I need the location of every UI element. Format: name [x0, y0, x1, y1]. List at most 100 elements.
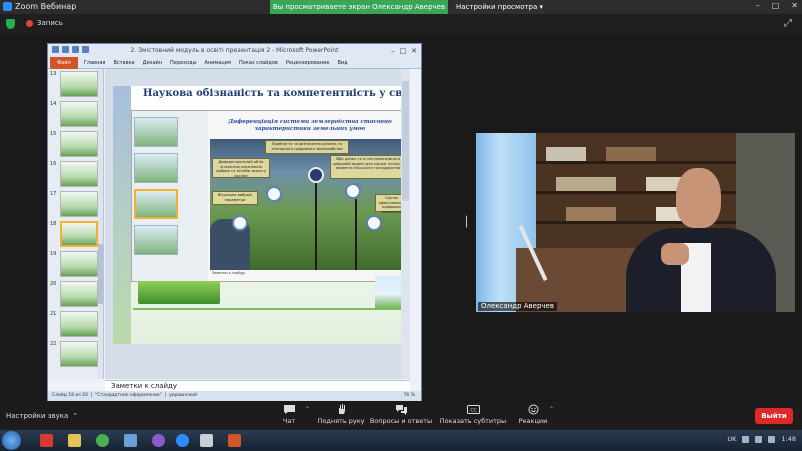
language-indicator[interactable]: UK: [727, 435, 736, 443]
app-icon[interactable]: [40, 434, 53, 447]
qa-button[interactable]: Вопросы и ответы: [366, 404, 436, 425]
chevron-up-icon: ⌃: [72, 412, 79, 420]
slide-number: 15: [50, 131, 57, 137]
fullscreen-icon[interactable]: ⤢: [784, 18, 792, 29]
participant-hand: [661, 243, 689, 265]
ribbon-tab-transitions[interactable]: Переходы: [170, 60, 197, 66]
process-box: Диференціальний облік кількісних показни…: [212, 158, 270, 178]
view-options-button[interactable]: Настройки просмотра ▾: [450, 0, 545, 14]
slide-notes-field[interactable]: Заметки к слайду: [105, 380, 410, 391]
start-button-icon[interactable]: [2, 431, 21, 450]
captions-icon: CC: [466, 405, 480, 414]
embedded-thumb: [134, 117, 178, 147]
slide-thumb-21[interactable]: 21: [50, 311, 100, 339]
captions-label: Показать субтитры: [439, 417, 507, 425]
minimize-button[interactable]: –: [756, 1, 760, 10]
zoom-taskbar-icon[interactable]: [176, 434, 189, 447]
save-icon[interactable]: [62, 46, 69, 53]
ribbon-tab-design[interactable]: Дизайн: [143, 60, 162, 66]
slide-thumb-19[interactable]: 19: [50, 251, 100, 279]
slide-thumb-17[interactable]: 17: [50, 191, 100, 219]
reactions-chevron-icon[interactable]: ⌃: [549, 406, 554, 413]
chat-label: Чат: [282, 417, 296, 425]
app-icon[interactable]: [124, 434, 137, 447]
shared-powerpoint-window: 2. Змістовний модуль в освіті презентаці…: [47, 43, 422, 401]
ppt-file-tab[interactable]: Файл: [50, 56, 78, 69]
ribbon-tab-view[interactable]: Вид: [337, 60, 347, 66]
participant-head: [676, 168, 721, 228]
slide-thumbnail: [60, 281, 98, 307]
books: [606, 147, 656, 161]
slide-title: Наукова обізнаність та компетентність у …: [143, 88, 410, 99]
quick-access-toolbar: [52, 46, 89, 53]
ribbon-tab-home[interactable]: Главная: [84, 60, 106, 66]
app-title: Zoom Вебинар: [15, 2, 77, 11]
panel-resize-handle-icon[interactable]: ▏: [466, 217, 474, 228]
status-theme: "Стандартное оформление": [95, 393, 162, 398]
viber-icon[interactable]: [152, 434, 165, 447]
flag-icon[interactable]: [768, 435, 776, 443]
window-controls: – □ ✕: [756, 1, 798, 10]
powerpoint-icon[interactable]: [228, 434, 241, 447]
current-slide[interactable]: Наукова обізнаність та компетентність у …: [113, 86, 410, 344]
redo-icon[interactable]: [82, 46, 89, 53]
slide-thumb-22[interactable]: 22: [50, 341, 100, 369]
embedded-notes-caption: Заметки к слайду: [212, 271, 246, 275]
app-icon[interactable]: [200, 434, 213, 447]
participant-video[interactable]: Олександр Аверчев: [476, 133, 795, 312]
reactions-button[interactable]: Реакции: [498, 404, 568, 425]
recording-label: Запись: [37, 19, 63, 27]
recording-indicator[interactable]: Запись: [26, 19, 63, 27]
qa-icon: [395, 405, 407, 415]
status-zoom[interactable]: 76 %: [404, 391, 415, 401]
security-shield-icon[interactable]: [6, 19, 15, 29]
audio-settings-button[interactable]: Настройки звука ⌃: [6, 412, 78, 420]
ribbon-tab-insert[interactable]: Вставка: [113, 60, 134, 66]
slide-thumb-18[interactable]: 18: [50, 221, 100, 249]
slide-number: 18: [50, 221, 57, 227]
thumbs-scrollbar[interactable]: [98, 69, 103, 379]
step-node-icon: [266, 186, 282, 202]
embedded-thumb-selected: [134, 189, 178, 219]
network-icon[interactable]: [742, 435, 750, 443]
slide-thumb-14[interactable]: 14: [50, 101, 100, 129]
slide-thumb-15[interactable]: 15: [50, 131, 100, 159]
close-button[interactable]: ✕: [791, 1, 798, 10]
thumbs-scrollbar-handle[interactable]: [98, 244, 103, 304]
ribbon-tab-animations[interactable]: Анимация: [205, 60, 231, 66]
chat-icon: [283, 405, 295, 414]
slide-thumb-20[interactable]: 20: [50, 281, 100, 309]
leave-button[interactable]: Выйти: [755, 408, 793, 424]
windows-taskbar: UK 1:48: [0, 430, 802, 451]
slide-thumb-13[interactable]: 13: [50, 71, 100, 99]
green-decor-block: [138, 281, 220, 304]
embedded-thumb-column: [132, 111, 208, 281]
record-dot-icon: [26, 19, 33, 27]
slide-scrollbar[interactable]: [401, 69, 410, 379]
process-box: Візуально вибрані параметри: [212, 191, 258, 205]
ribbon-tab-slideshow[interactable]: Показ слайдов: [239, 60, 278, 66]
explorer-icon[interactable]: [68, 434, 81, 447]
chrome-icon[interactable]: [96, 434, 109, 447]
slide-decor-stripe: [113, 86, 131, 344]
books: [566, 207, 616, 221]
clock[interactable]: 1:48: [781, 435, 796, 443]
slide-number: 21: [50, 311, 57, 317]
raise-hand-label: Поднять руку: [317, 417, 365, 425]
svg-text:CC: CC: [470, 408, 476, 414]
volume-icon[interactable]: [755, 435, 763, 443]
app-title-group: Zoom Вебинар: [3, 2, 76, 11]
connector-line: [315, 177, 317, 270]
slide-scrollbar-handle[interactable]: [402, 81, 409, 201]
qa-label: Вопросы и ответы: [369, 417, 433, 425]
raise-hand-icon: [338, 404, 345, 414]
slide-number: 17: [50, 191, 57, 197]
maximize-button[interactable]: □: [772, 1, 780, 10]
slide-thumbnail: [60, 251, 98, 277]
undo-icon[interactable]: [72, 46, 79, 53]
smiley-icon: [528, 404, 538, 415]
title-bar: Zoom Вебинар Вы просматриваете экран Оле…: [0, 0, 802, 14]
slide-thumb-16[interactable]: 16: [50, 161, 100, 189]
ribbon-tab-review[interactable]: Рецензирование: [286, 60, 330, 66]
slide-number: 22: [50, 341, 57, 347]
